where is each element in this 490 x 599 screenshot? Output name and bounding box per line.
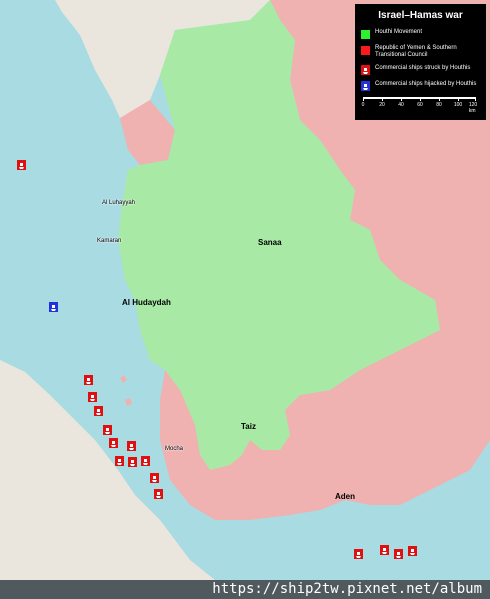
scale-tick — [382, 97, 383, 101]
struck-ship-icon[interactable] — [17, 160, 26, 170]
houthi-swatch — [361, 30, 370, 39]
struck-ship-icon — [361, 65, 370, 75]
place-kamaran: Kamaran — [97, 238, 122, 244]
legend-item-struck: Commercial ships struck by Houthis — [361, 65, 480, 75]
struck-ship-icon[interactable] — [88, 392, 97, 402]
hijacked-ship-icon — [361, 81, 370, 91]
map[interactable]: Israel–Hamas war Houthi Movement Republi… — [0, 0, 490, 599]
place-sanaa: Sanaa — [258, 238, 282, 247]
scale-tick — [458, 97, 459, 101]
struck-ship-icon[interactable] — [394, 549, 403, 559]
legend-item-government: Republic of Yemen & Southern Transitiona… — [361, 45, 480, 59]
legend-title: Israel–Hamas war — [378, 10, 463, 21]
scale-tick — [363, 97, 364, 101]
legend-item-hijacked: Commercial ships hijacked by Houthis — [361, 81, 480, 91]
legend-label: Commercial ships struck by Houthis — [375, 65, 471, 71]
struck-ship-icon[interactable] — [128, 457, 137, 467]
struck-ship-icon[interactable] — [141, 456, 150, 466]
scale-bar: 0 20 40 60 80 100 120 km — [361, 97, 480, 114]
watermark-url: https://ship2tw.pixnet.net/album — [0, 580, 490, 599]
scale-label: 20 — [379, 102, 385, 108]
scale-label: 0 — [361, 102, 365, 108]
struck-ship-icon[interactable] — [84, 375, 93, 385]
scale-label: 120 km — [468, 102, 478, 114]
place-al-hudaydah: Al Hudaydah — [122, 298, 171, 307]
legend-item-houthi: Houthi Movement — [361, 29, 480, 39]
scale-label: 100 — [453, 102, 463, 108]
legend: Israel–Hamas war Houthi Movement Republi… — [355, 4, 486, 120]
scale-tick — [475, 97, 476, 101]
struck-ship-icon[interactable] — [154, 489, 163, 499]
scale-tick — [420, 97, 421, 101]
scale-label: 60 — [417, 102, 423, 108]
government-swatch — [361, 46, 370, 55]
islands-south — [120, 375, 132, 406]
struck-ship-icon[interactable] — [94, 406, 103, 416]
place-aden: Aden — [335, 492, 355, 501]
hijacked-ship-icon[interactable] — [49, 302, 58, 312]
legend-label: Commercial ships hijacked by Houthis — [375, 81, 477, 87]
struck-ship-icon[interactable] — [115, 456, 124, 466]
struck-ship-icon[interactable] — [109, 438, 118, 448]
place-mocha: Mocha — [165, 446, 184, 452]
scale-tick — [439, 97, 440, 101]
struck-ship-icon[interactable] — [103, 425, 112, 435]
scale-label: 80 — [436, 102, 442, 108]
struck-ship-icon[interactable] — [127, 441, 136, 451]
struck-ship-icon[interactable] — [408, 546, 417, 556]
struck-ship-icon[interactable] — [150, 473, 159, 483]
scale-label: 40 — [398, 102, 404, 108]
struck-ship-icon[interactable] — [354, 549, 363, 559]
scale-tick — [401, 97, 402, 101]
place-al-luhayyah: Al Luhayyah — [102, 200, 136, 206]
place-taiz: Taiz — [241, 422, 256, 431]
legend-label: Houthi Movement — [375, 29, 423, 35]
legend-label: Republic of Yemen & Southern Transitiona… — [375, 45, 457, 58]
struck-ship-icon[interactable] — [380, 545, 389, 555]
